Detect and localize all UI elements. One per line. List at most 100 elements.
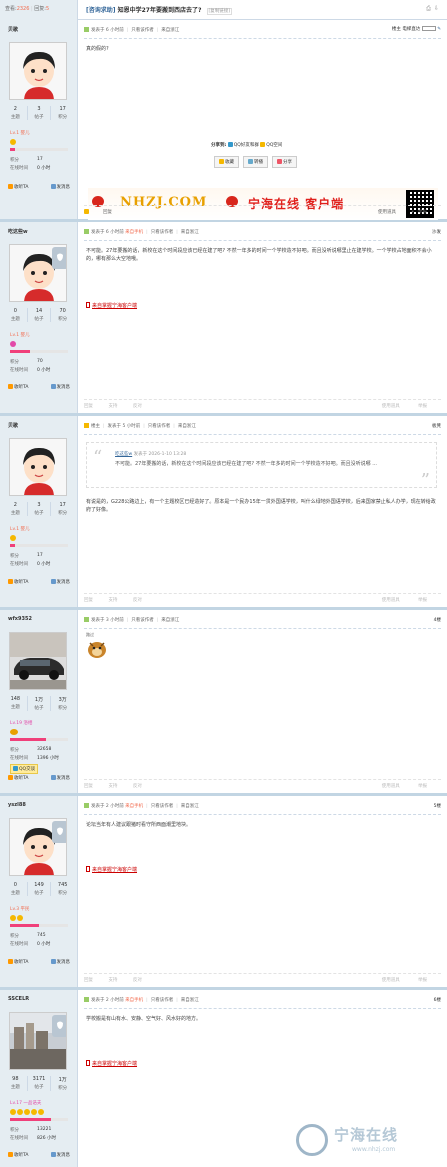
stat-posts[interactable]: 14 帖子 (28, 308, 52, 322)
user-level[interactable]: Lv.19 浴相 (10, 720, 32, 726)
quote-author[interactable]: 吃这些w (115, 452, 132, 457)
report-link[interactable]: 举报 (418, 598, 427, 603)
author-only-link[interactable]: 只看该作者 (151, 230, 174, 235)
message-button[interactable]: 发消息 (50, 959, 70, 965)
reply-button[interactable]: 回复 (84, 209, 126, 215)
user-level[interactable]: Lv.1 婴儿 (10, 332, 30, 338)
support-button[interactable]: 支持 (108, 404, 117, 409)
support-button[interactable]: 支持 (108, 978, 117, 983)
stat-points[interactable]: 3万 积分 (51, 696, 74, 711)
message-button[interactable]: 发消息 (50, 1152, 70, 1158)
mobile-app-link[interactable]: 来自掌握宁海客户端 (86, 302, 137, 309)
share-button[interactable]: 分享 (272, 156, 297, 168)
floor-jump-input[interactable] (421, 26, 436, 31)
stat-points[interactable]: 745 积分 (51, 882, 74, 896)
reply-button[interactable]: 回复 (84, 784, 93, 789)
oppose-button[interactable]: 反对 (133, 598, 142, 603)
stat-points[interactable]: 17 积分 (51, 502, 74, 516)
stat-points[interactable]: 17 积分 (51, 106, 74, 120)
pencil-icon[interactable]: ✎ (437, 27, 441, 32)
forward-button[interactable]: 转播 (243, 156, 268, 168)
author-only-link[interactable]: 只看该作者 (148, 424, 171, 429)
author-name[interactable]: 贝歌 (8, 26, 18, 33)
stat-posts[interactable]: 3171 帖子 (28, 1076, 52, 1091)
tools-menu[interactable]: 使用道具 (382, 784, 400, 789)
from-mobile-tag[interactable]: 来自手机 (125, 804, 143, 809)
support-button[interactable]: 支持 (108, 784, 117, 789)
qq-chat-button[interactable]: QQ交谈 (10, 764, 39, 774)
report-link[interactable]: 举报 (418, 784, 427, 789)
user-level[interactable]: Lv.3 平民 (10, 906, 30, 912)
stat-posts[interactable]: 1万 帖子 (28, 696, 52, 711)
avatar[interactable] (9, 42, 67, 100)
author-name[interactable]: 贝歌 (8, 422, 18, 429)
tools-menu[interactable]: 使用道具 (382, 404, 400, 409)
stat-topics[interactable]: 0 主题 (4, 882, 28, 896)
follow-button[interactable]: 收听TA (8, 959, 28, 965)
reply-button[interactable]: 回复 (84, 598, 93, 603)
floor-label[interactable]: 板凳 (432, 423, 441, 429)
author-only-link[interactable]: 只看该作者 (131, 618, 154, 623)
from-mobile-tag[interactable]: 来自手机 (125, 230, 143, 235)
stat-points[interactable]: 1万 积分 (51, 1076, 74, 1091)
author-name[interactable]: yszl88 (8, 802, 26, 808)
message-button[interactable]: 发消息 (50, 579, 70, 585)
message-button[interactable]: 发消息 (50, 384, 70, 390)
report-link[interactable]: 举报 (418, 404, 427, 409)
floor-label[interactable]: 6楼 (434, 997, 441, 1003)
report-link[interactable]: 举报 (418, 978, 427, 983)
share-qzone[interactable]: QQ空间 (260, 142, 282, 148)
tools-menu[interactable]: 使用道具 (382, 978, 400, 983)
report-link[interactable]: 举报 (418, 210, 427, 215)
author-name[interactable]: SSCELR (8, 996, 29, 1002)
jump-floor-link[interactable]: 电梯直达 (402, 27, 420, 32)
floor-label[interactable]: 4楼 (434, 617, 441, 623)
stat-topics[interactable]: 0 主题 (4, 308, 28, 322)
follow-button[interactable]: 收听TA (8, 1152, 28, 1158)
floor-label[interactable]: 5楼 (434, 803, 441, 809)
share-qq-friends[interactable]: QQ好友和群 (227, 142, 259, 148)
support-button[interactable]: 支持 (108, 598, 117, 603)
avatar[interactable] (9, 244, 67, 302)
from-mobile-tag[interactable]: 来自手机 (125, 998, 143, 1003)
favorite-button[interactable]: 收藏 (214, 156, 239, 168)
follow-button[interactable]: 收听TA (8, 184, 28, 190)
user-level[interactable]: Lv.17 一品诰夫 (10, 1100, 41, 1106)
reply-button[interactable]: 回复 (84, 978, 93, 983)
stat-topics[interactable]: 98 主题 (4, 1076, 28, 1091)
message-button[interactable]: 发消息 (50, 775, 70, 781)
oppose-button[interactable]: 反对 (133, 404, 142, 409)
user-level[interactable]: Lv.1 婴儿 (10, 526, 30, 532)
author-only-link[interactable]: 只看该作者 (151, 804, 174, 809)
avatar[interactable] (9, 438, 67, 496)
avatar[interactable] (9, 632, 67, 690)
avatar[interactable] (9, 1012, 67, 1070)
thread-category[interactable]: [咨询求助] (86, 7, 116, 14)
stat-topics[interactable]: 148 主题 (4, 696, 28, 711)
stat-topics[interactable]: 2 主题 (4, 106, 28, 120)
oppose-button[interactable]: 反对 (133, 784, 142, 789)
message-button[interactable]: 发消息 (50, 184, 70, 190)
tools-menu[interactable]: 使用道具 (378, 210, 396, 215)
stat-points[interactable]: 70 积分 (51, 308, 74, 322)
stat-posts[interactable]: 3 帖子 (28, 106, 52, 120)
reply-button[interactable]: 回复 (84, 404, 93, 409)
author-only-link[interactable]: 只看该作者 (131, 28, 154, 33)
mobile-app-link[interactable]: 来自掌握宁海客户端 (86, 1060, 137, 1067)
user-level[interactable]: Lv.1 婴儿 (10, 130, 30, 136)
copy-link-button[interactable]: [复制链接] (206, 8, 233, 15)
oppose-button[interactable]: 反对 (133, 978, 142, 983)
mobile-app-link[interactable]: 来自掌握宁海客户端 (86, 866, 137, 873)
follow-button[interactable]: 收听TA (8, 579, 28, 585)
author-only-link[interactable]: 只看该作者 (151, 998, 174, 1003)
follow-button[interactable]: 收听TA (8, 775, 28, 781)
author-name[interactable]: wfx9352 (8, 616, 32, 622)
tools-menu[interactable]: 使用道具 (382, 598, 400, 603)
author-name[interactable]: 吃这些w (8, 228, 28, 235)
floor-label[interactable]: 沙发 (432, 229, 441, 235)
avatar[interactable] (9, 818, 67, 876)
next-thread-icon[interactable]: ⇩ (434, 5, 442, 12)
stat-topics[interactable]: 2 主题 (4, 502, 28, 516)
stat-posts[interactable]: 149 帖子 (28, 882, 52, 896)
stat-posts[interactable]: 3 帖子 (28, 502, 52, 516)
